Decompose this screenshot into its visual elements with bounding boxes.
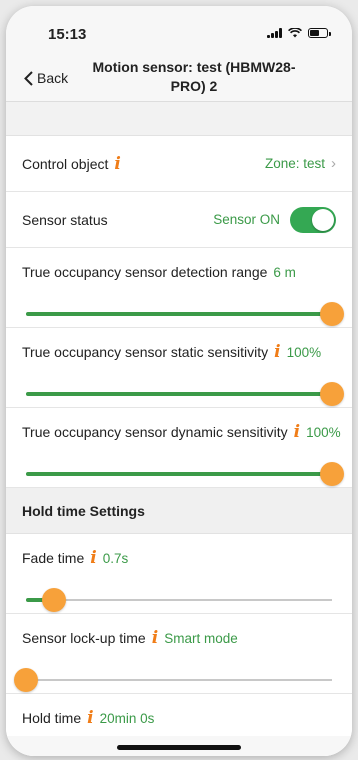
slider[interactable] xyxy=(26,462,344,486)
slider-fill xyxy=(26,472,332,476)
status-icons xyxy=(267,28,331,38)
control-object-row[interactable]: Control object i Zone: test › xyxy=(6,136,352,192)
slider-row: Fade time i 0.7s xyxy=(6,534,352,614)
info-icon[interactable]: i xyxy=(90,550,96,567)
slider-label-wrap: True occupancy sensor static sensitivity… xyxy=(22,344,322,361)
wifi-icon xyxy=(288,28,302,38)
slider[interactable] xyxy=(14,668,332,692)
info-icon[interactable]: i xyxy=(274,344,280,361)
slider-thumb[interactable] xyxy=(41,588,66,612)
signal-icon xyxy=(267,28,282,38)
slider-value: 100% xyxy=(286,344,322,360)
hold-time-section-header: Hold time Settings xyxy=(6,488,352,534)
toggle-knob xyxy=(312,208,334,231)
status-bar: 15:13 xyxy=(6,6,352,43)
chevron-left-icon xyxy=(24,70,33,86)
slider-label-wrap: Hold time i 20min 0s xyxy=(22,710,155,727)
info-icon[interactable]: i xyxy=(114,155,120,172)
slider-thumb[interactable] xyxy=(320,462,344,486)
sensor-status-value: Sensor ON xyxy=(213,212,280,227)
slider-fill xyxy=(26,312,332,316)
nav-bar: Back Motion sensor: test (HBMW28-PRO) 2 xyxy=(6,40,352,102)
slider-label-wrap: True occupancy sensor dynamic sensitivit… xyxy=(22,424,341,441)
slider-label: True occupancy sensor detection range xyxy=(22,264,268,280)
phone-screen: 15:13 Back Motion sensor: test (HBMW28-P… xyxy=(6,6,352,756)
info-icon[interactable]: i xyxy=(294,424,300,441)
slider-track xyxy=(26,599,332,601)
slider-value: Smart mode xyxy=(164,630,238,646)
slider-value: 6 m xyxy=(273,264,296,280)
section-spacer xyxy=(6,102,352,136)
control-object-label-wrap: Control object i xyxy=(22,155,121,172)
home-indicator[interactable] xyxy=(117,745,241,750)
slider-label: Sensor lock-up time xyxy=(22,630,146,646)
control-object-link[interactable]: Zone: test › xyxy=(265,155,336,172)
slider-label: Hold time xyxy=(22,710,82,726)
slider-label: Fade time xyxy=(22,550,85,566)
slider-thumb[interactable] xyxy=(320,382,344,406)
slider-fill xyxy=(26,392,332,396)
sensor-status-control: Sensor ON xyxy=(213,206,336,233)
control-object-label: Control object xyxy=(22,155,109,172)
slider-thumb[interactable] xyxy=(320,302,344,326)
slider-row: True occupancy sensor dynamic sensitivit… xyxy=(6,408,352,488)
slider-row: Sensor lock-up time i Smart mode xyxy=(6,614,352,694)
slider-label: True occupancy sensor static sensitivity xyxy=(22,344,269,360)
slider-label-wrap: Fade time i 0.7s xyxy=(22,550,129,567)
slider-label-wrap: True occupancy sensor detection range 6 m xyxy=(22,264,296,280)
control-object-value: Zone: test xyxy=(264,156,325,171)
slider-label-wrap: Sensor lock-up time i Smart mode xyxy=(22,630,238,647)
slider[interactable] xyxy=(26,588,332,612)
chevron-right-icon: › xyxy=(331,155,336,172)
slider[interactable] xyxy=(26,302,344,326)
back-label: Back xyxy=(37,70,69,86)
sensor-status-label: Sensor status xyxy=(22,211,108,228)
sensor-toggle[interactable] xyxy=(290,206,336,233)
slider-thumb[interactable] xyxy=(14,668,38,692)
info-icon[interactable]: i xyxy=(87,710,93,727)
slider-row: True occupancy sensor detection range 6 m xyxy=(6,248,352,328)
sensor-status-row: Sensor status Sensor ON xyxy=(6,192,352,248)
slider-value: 0.7s xyxy=(102,550,129,566)
hold-slider-group: Fade time i 0.7s Sensor lock-up time i Smart … xyxy=(6,534,352,756)
sensor-slider-group: True occupancy sensor detection range 6 m… xyxy=(6,248,352,488)
slider-row: True occupancy sensor static sensitivity… xyxy=(6,328,352,408)
slider-value: 100% xyxy=(306,424,341,440)
slider-label: True occupancy sensor dynamic sensitivit… xyxy=(22,424,288,440)
slider[interactable] xyxy=(26,382,344,406)
info-icon[interactable]: i xyxy=(152,630,158,647)
slider-value: 20min 0s xyxy=(99,710,155,726)
home-bar xyxy=(6,736,352,756)
page-title: Motion sensor: test (HBMW28-PRO) 2 xyxy=(92,59,296,94)
battery-icon xyxy=(308,28,331,38)
back-button[interactable]: Back xyxy=(24,70,68,86)
slider-track xyxy=(26,679,332,681)
